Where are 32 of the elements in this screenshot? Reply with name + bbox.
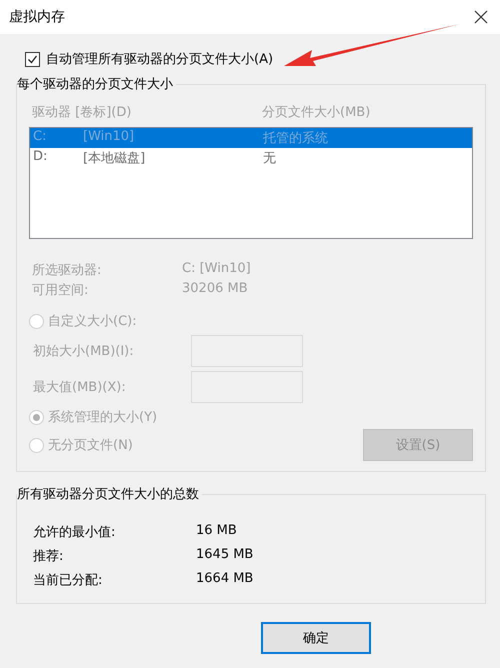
table-cell-text: 托管的系统 <box>263 130 329 147</box>
column-header: 驱动器 [卷标](D) <box>32 104 132 121</box>
field-label: 初始大小(MB)(I): <box>33 343 135 360</box>
total-value: 1645 MB <box>196 547 254 564</box>
column-header: 分页文件大小(MB) <box>262 104 372 121</box>
info-label: 所选驱动器: <box>32 262 102 279</box>
window-title: 虚拟内存 <box>9 8 65 26</box>
total-value: 1664 MB <box>196 571 254 588</box>
total-value: 16 MB <box>196 523 238 540</box>
checkbox-label: 自动管理所有驱动器的分页文件大小(A) <box>46 51 274 68</box>
close-icon[interactable] <box>474 10 488 24</box>
info-value: C: [Win10] <box>182 261 252 278</box>
ok-button[interactable]: 确定 <box>261 622 371 654</box>
table-cell-text: 无 <box>263 150 277 167</box>
total-label: 当前已分配: <box>33 572 104 589</box>
group-title: 所有驱动器分页文件大小的总数 <box>17 485 202 503</box>
radio-label: 系统管理的大小(Y) <box>48 409 158 426</box>
total-label: 允许的最小值: <box>33 524 116 541</box>
table-cell-text: D: <box>33 149 48 166</box>
table-cell-text: [Win10] <box>83 129 136 146</box>
radio-label: 无分页文件(N) <box>48 437 133 454</box>
field-label: 最大值(MB)(X): <box>33 379 127 396</box>
table-cell-text: C: <box>33 129 48 146</box>
total-label: 推荐: <box>33 548 64 565</box>
checkbox[interactable] <box>25 52 40 66</box>
radio-label: 自定义大小(C): <box>48 313 137 330</box>
info-label: 可用空间: <box>32 282 90 299</box>
group-title: 每个驱动器的分页文件大小 <box>17 75 176 93</box>
check-icon <box>27 54 38 64</box>
table-cell-text: [本地磁盘] <box>83 150 146 167</box>
info-value: 30206 MB <box>182 281 249 298</box>
drive-row[interactable]: D: [本地磁盘] 无 <box>30 148 472 168</box>
